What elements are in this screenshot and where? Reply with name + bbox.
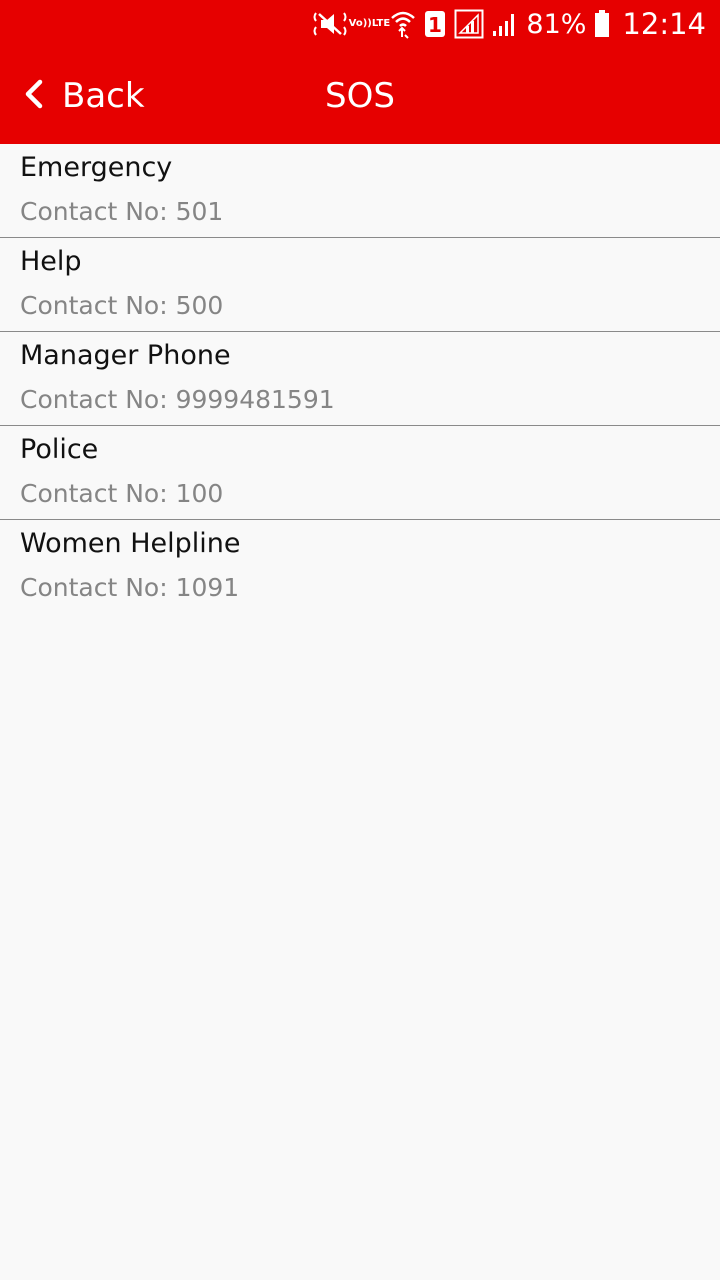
wifi-icon [390, 9, 416, 39]
contact-item-women-helpline[interactable]: Women Helpline Contact No: 1091 [0, 520, 720, 614]
status-bar: Vo)) LTE 1 81% 12:14 [0, 0, 720, 48]
contact-item-help[interactable]: Help Contact No: 500 [0, 238, 720, 332]
page-title: SOS [325, 76, 395, 116]
contact-item-police[interactable]: Police Contact No: 100 [0, 426, 720, 520]
contact-number: Contact No: 9999481591 [20, 385, 335, 414]
status-icons: Vo)) LTE 1 81% 12:14 [304, 0, 706, 48]
signal-sim1-icon [454, 9, 484, 39]
contact-name: Women Helpline [20, 528, 241, 559]
contact-name: Emergency [20, 152, 173, 183]
signal-sim2-icon [492, 11, 518, 37]
contact-item-manager-phone[interactable]: Manager Phone Contact No: 9999481591 [0, 332, 720, 426]
contact-name: Manager Phone [20, 340, 231, 371]
contact-item-emergency[interactable]: Emergency Contact No: 501 [0, 144, 720, 238]
contact-name: Help [20, 246, 82, 277]
sim-slot-icon: 1 [424, 10, 446, 38]
contact-number: Contact No: 1091 [20, 573, 240, 602]
contact-number: Contact No: 100 [20, 479, 224, 508]
sim-number: 1 [428, 13, 442, 37]
mute-icon [312, 10, 348, 38]
contact-name: Police [20, 434, 99, 465]
volte-bottom-label: LTE [371, 18, 391, 29]
clock: 12:14 [622, 7, 706, 41]
volte-indicator: Vo)) LTE [349, 19, 391, 29]
app-bar: Back SOS [0, 48, 720, 144]
volte-top-label: Vo)) [348, 18, 372, 29]
battery-percent: 81% [526, 8, 587, 40]
contact-list: Emergency Contact No: 501 Help Contact N… [0, 144, 720, 614]
contact-number: Contact No: 501 [20, 197, 224, 226]
contact-number: Contact No: 500 [20, 291, 224, 320]
battery-icon [594, 10, 610, 38]
